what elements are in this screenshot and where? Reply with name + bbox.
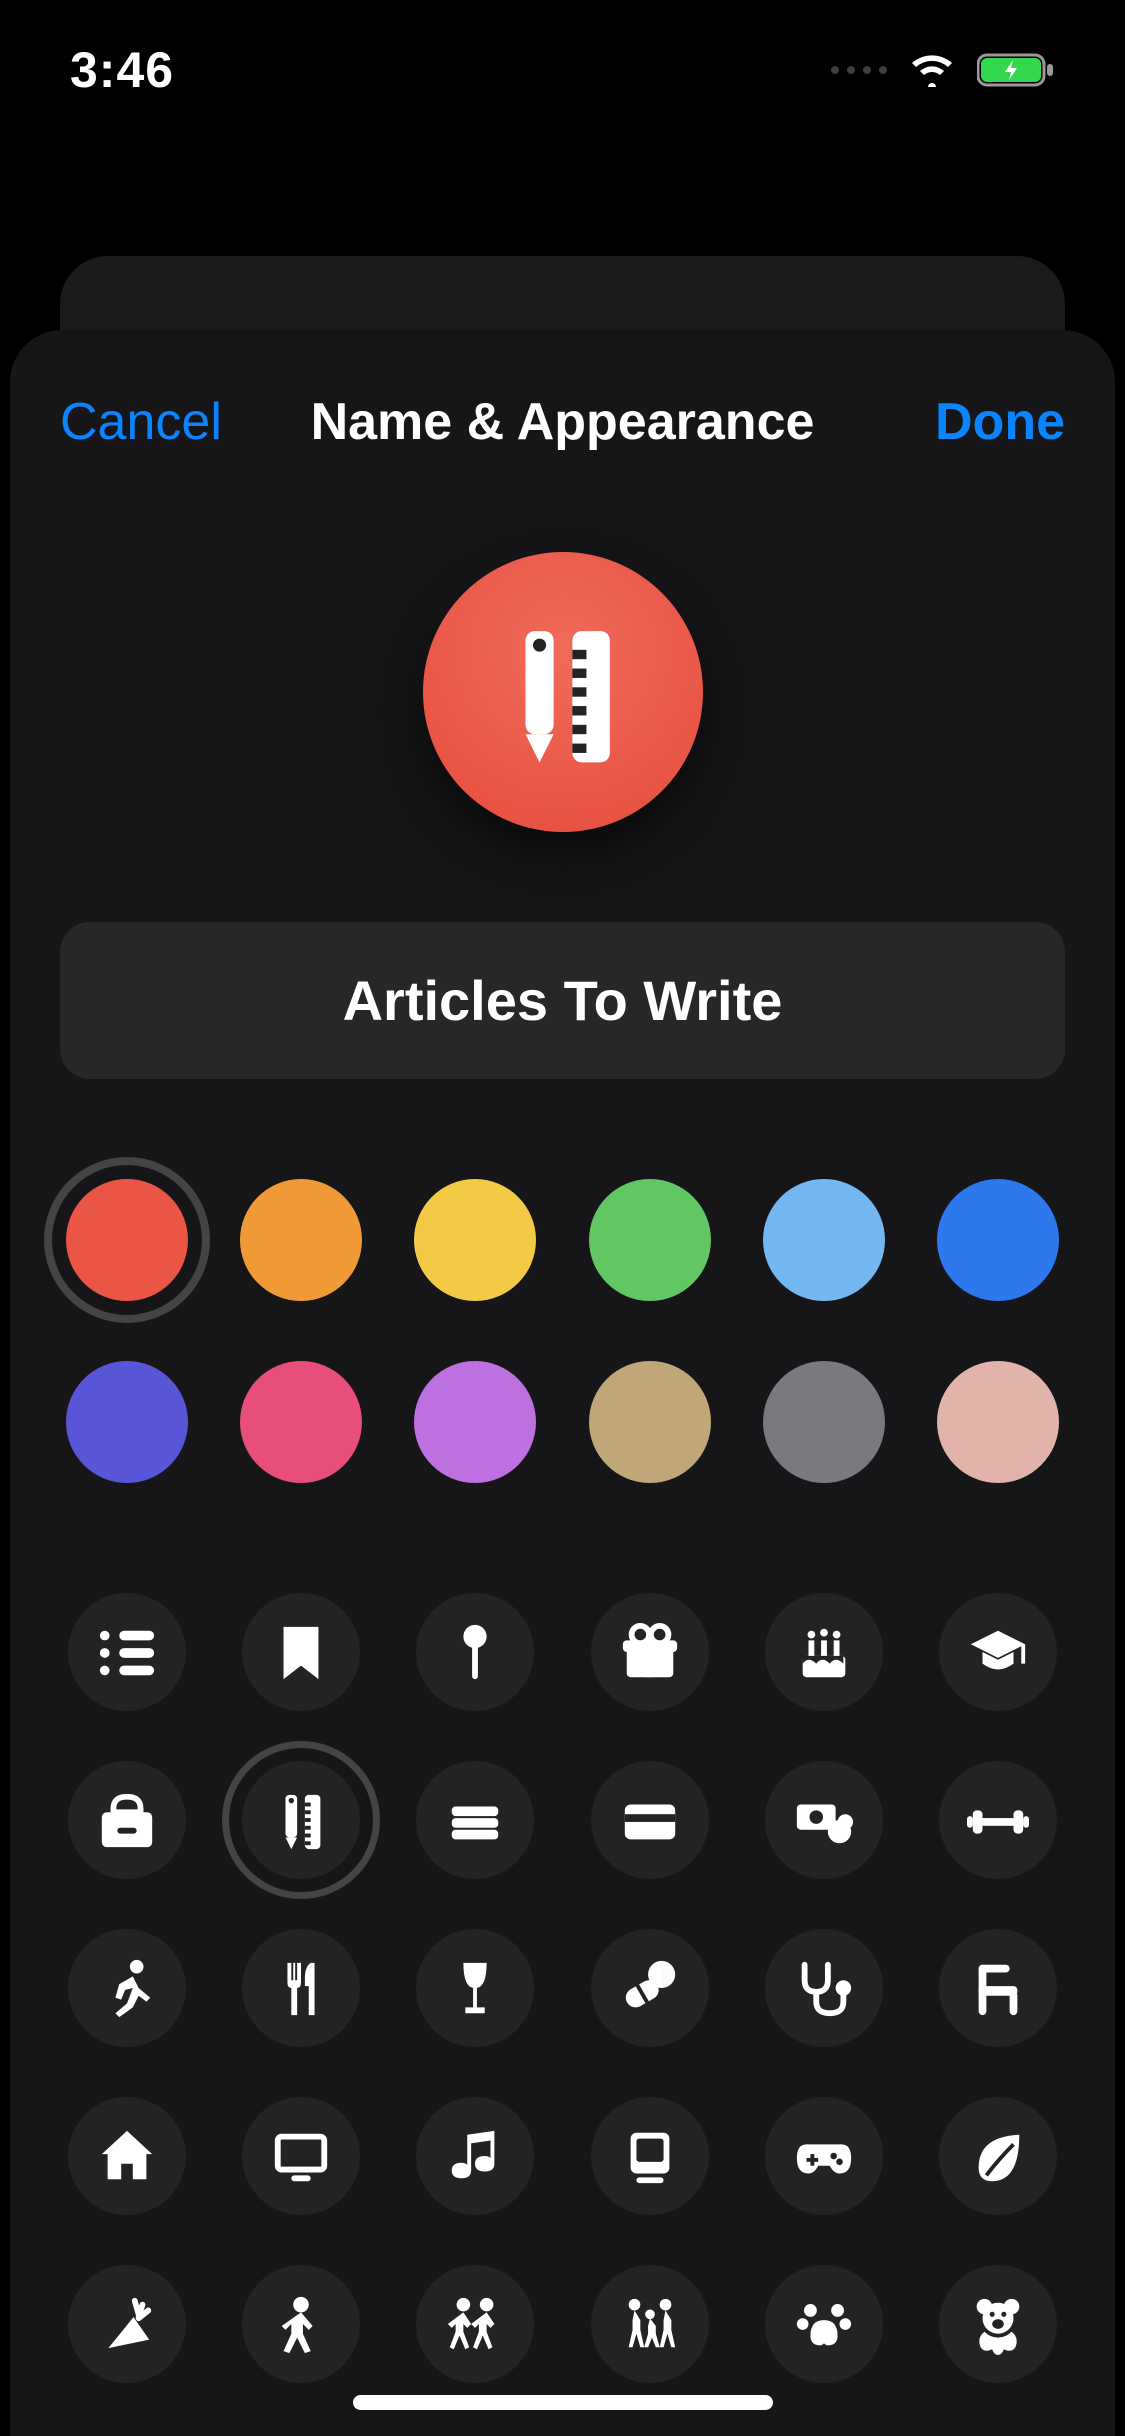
color-grid [60, 1179, 1065, 1483]
icon-swatch-paw-icon[interactable] [765, 2265, 883, 2383]
icon-picker-section [10, 1533, 1115, 2433]
icon-swatch-pin-icon[interactable] [416, 1593, 534, 1711]
icon-swatch-tv-icon[interactable] [242, 2097, 360, 2215]
battery-charging-icon [977, 52, 1055, 88]
icon-swatch-stethoscope-icon[interactable] [765, 1929, 883, 2047]
icon-swatch-backpack-icon[interactable] [68, 1761, 186, 1879]
status-icons [831, 52, 1055, 88]
icon-swatch-people-pair-icon[interactable] [416, 2265, 534, 2383]
icon-swatch-family-icon[interactable] [591, 2265, 709, 2383]
icon-swatch-music-note-icon[interactable] [416, 2097, 534, 2215]
list-icon-preview [423, 552, 703, 832]
color-swatch-pink[interactable] [240, 1361, 362, 1483]
color-swatch-tan[interactable] [589, 1361, 711, 1483]
icon-grid [60, 1593, 1065, 2383]
icon-swatch-pills-icon[interactable] [591, 1929, 709, 2047]
color-swatch-lightblue[interactable] [763, 1179, 885, 1301]
done-button[interactable]: Done [865, 392, 1065, 452]
icon-swatch-house-icon[interactable] [68, 2097, 186, 2215]
icon-swatch-utensils-icon[interactable] [242, 1929, 360, 2047]
color-swatch-blush[interactable] [937, 1361, 1059, 1483]
icon-swatch-running-icon[interactable] [68, 1929, 186, 2047]
icon-swatch-graduation-icon[interactable] [939, 1593, 1057, 1711]
color-swatch-purple[interactable] [414, 1361, 536, 1483]
color-swatch-yellow[interactable] [414, 1179, 536, 1301]
icon-swatch-person-icon[interactable] [242, 2265, 360, 2383]
wifi-icon [909, 53, 955, 87]
icon-swatch-money-icon[interactable] [765, 1761, 883, 1879]
icon-swatch-bookmark-icon[interactable] [242, 1593, 360, 1711]
list-name-input[interactable] [60, 922, 1065, 1079]
icon-swatch-gift-icon[interactable] [591, 1593, 709, 1711]
icon-swatch-chair-icon[interactable] [939, 1929, 1057, 2047]
color-swatch-green[interactable] [589, 1179, 711, 1301]
cell-signal-icon [831, 66, 887, 74]
color-swatch-orange[interactable] [240, 1179, 362, 1301]
color-swatch-red[interactable] [66, 1179, 188, 1301]
icon-swatch-computer-icon[interactable] [591, 2097, 709, 2215]
color-swatch-blue[interactable] [937, 1179, 1059, 1301]
icon-swatch-list-icon[interactable] [68, 1593, 186, 1711]
sheet-title: Name & Appearance [260, 392, 865, 452]
cancel-button[interactable]: Cancel [60, 392, 260, 452]
home-indicator[interactable] [353, 2395, 773, 2410]
icon-swatch-wallet-icon[interactable] [416, 1761, 534, 1879]
name-appearance-sheet: Cancel Name & Appearance Done [10, 330, 1115, 2436]
color-swatch-indigo[interactable] [66, 1361, 188, 1483]
icon-swatch-teddy-bear-icon[interactable] [939, 2265, 1057, 2383]
sheet-header: Cancel Name & Appearance Done [10, 370, 1115, 492]
icon-swatch-cake-icon[interactable] [765, 1593, 883, 1711]
icon-swatch-wine-glass-icon[interactable] [416, 1929, 534, 2047]
status-bar: 3:46 [0, 0, 1125, 140]
icon-swatch-leaf-icon[interactable] [939, 2097, 1057, 2215]
name-field-wrap [10, 892, 1115, 1159]
icon-swatch-carrot-icon[interactable] [68, 2265, 186, 2383]
status-time: 3:46 [70, 41, 174, 99]
icon-swatch-credit-card-icon[interactable] [591, 1761, 709, 1879]
icon-swatch-pencil-ruler-icon[interactable] [242, 1761, 360, 1879]
icon-swatch-game-controller-icon[interactable] [765, 2097, 883, 2215]
icon-swatch-dumbbell-icon[interactable] [939, 1761, 1057, 1879]
preview-area [10, 492, 1115, 892]
color-picker-section [10, 1159, 1115, 1533]
color-swatch-gray[interactable] [763, 1361, 885, 1483]
